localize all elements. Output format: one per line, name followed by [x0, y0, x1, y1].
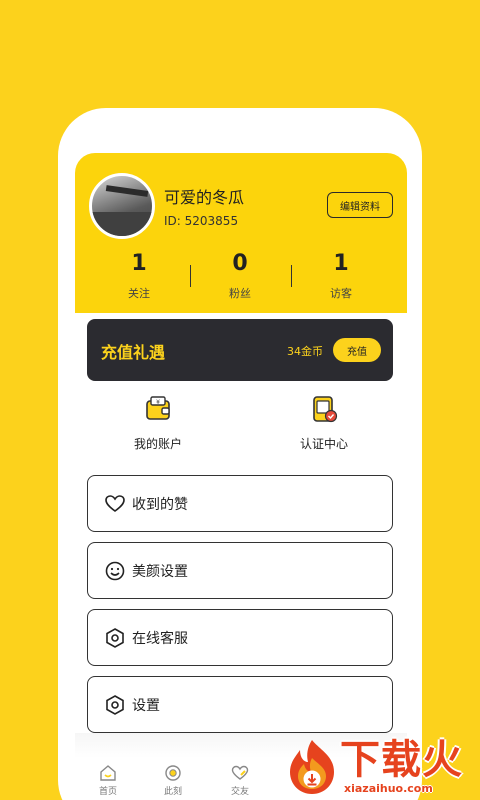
- tab-moment[interactable]: 此刻: [143, 764, 203, 797]
- tab-friends[interactable]: 交友: [210, 764, 270, 797]
- settings-icon: [106, 694, 124, 715]
- menu-item-settings[interactable]: 设置: [87, 676, 393, 733]
- menu-item-customer-service[interactable]: 在线客服: [87, 609, 393, 666]
- menu-item-settings-label: 设置: [132, 697, 160, 714]
- user-id: ID: 5203855: [164, 214, 239, 228]
- verification-icon: [313, 396, 338, 423]
- friends-heart-icon: [231, 765, 249, 780]
- recharge-button[interactable]: 充值: [333, 338, 381, 362]
- menu-item-customer-service-label: 在线客服: [132, 630, 188, 647]
- username: 可爱的冬瓜: [164, 188, 245, 207]
- moment-icon: [165, 765, 181, 781]
- menu-item-likes-label: 收到的赞: [132, 496, 188, 513]
- stat-following-label: 关注: [128, 287, 150, 300]
- coin-balance: 34金币: [287, 345, 323, 358]
- avatar[interactable]: [89, 173, 155, 239]
- stat-visitors[interactable]: 1 访客: [286, 249, 396, 301]
- menu-item-beauty-settings-label: 美颜设置: [132, 563, 188, 580]
- stat-fans[interactable]: 0 粉丝: [185, 249, 295, 301]
- menu-item-beauty-settings[interactable]: 美颜设置: [87, 542, 393, 599]
- quick-link-verification[interactable]: 认证中心: [274, 395, 374, 452]
- stat-fans-label: 粉丝: [229, 287, 251, 300]
- tab-home-label: 首页: [98, 787, 117, 797]
- watermark-url: xiazaihuo.com: [344, 782, 433, 795]
- home-icon: [100, 765, 116, 781]
- edit-profile-button[interactable]: 编辑资料: [327, 192, 393, 218]
- smile-icon: [105, 561, 125, 580]
- stat-fans-value: 0: [232, 251, 248, 276]
- stats-row: 1 关注 0 粉丝 1 访客: [75, 249, 407, 305]
- service-icon: [106, 627, 124, 648]
- tab-moment-label: 此刻: [163, 787, 182, 797]
- quick-link-account-label: 我的账户: [133, 437, 182, 451]
- recharge-title: 充值礼遇: [101, 343, 166, 362]
- stat-visitors-label: 访客: [330, 287, 352, 300]
- tab-home[interactable]: 首页: [78, 764, 138, 797]
- heart-icon: [105, 494, 125, 512]
- watermark-title: 下载火: [340, 737, 463, 783]
- stat-visitors-value: 1: [333, 251, 349, 276]
- profile-header: 可爱的冬瓜 ID: 5203855 编辑资料 1 关注 0 粉丝 1 访客: [75, 153, 407, 313]
- quick-link-verification-label: 认证中心: [299, 437, 348, 451]
- svg-text:¥: ¥: [156, 399, 160, 406]
- recharge-card[interactable]: 充值礼遇 34金币 充值: [87, 319, 393, 381]
- wallet-icon: ¥: [146, 396, 170, 420]
- menu-item-likes[interactable]: 收到的赞: [87, 475, 393, 532]
- stat-following[interactable]: 1 关注: [84, 249, 194, 301]
- tab-friends-label: 交友: [230, 787, 249, 797]
- flame-logo-icon: [290, 740, 334, 794]
- quick-link-account[interactable]: ¥ 我的账户: [108, 395, 208, 452]
- stat-following-value: 1: [131, 251, 147, 276]
